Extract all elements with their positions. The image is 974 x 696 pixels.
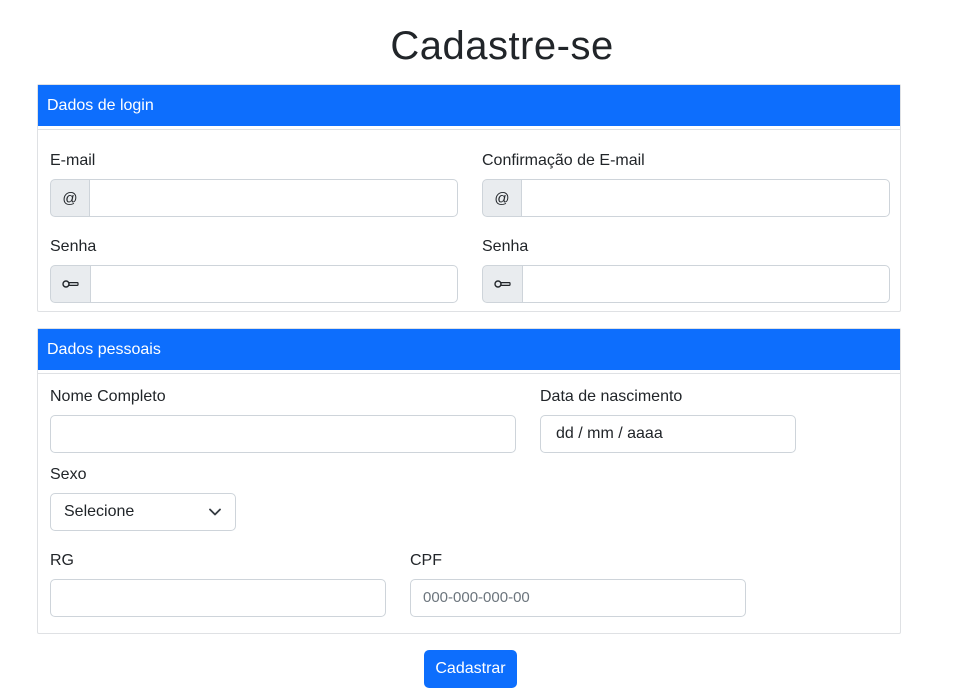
cpf-label: CPF (410, 552, 442, 569)
key-addon (482, 265, 523, 303)
email-confirm-input-group: @ (482, 179, 890, 217)
full-name-input[interactable] (50, 415, 516, 453)
email-confirm-input[interactable] (522, 179, 890, 217)
rg-label: RG (50, 552, 74, 569)
password-input-group (50, 265, 458, 303)
birth-date-label: Data de nascimento (540, 388, 683, 405)
chevron-down-icon (209, 508, 221, 516)
personal-card-header: Dados pessoais (38, 329, 900, 374)
at-sign-addon: @ (482, 179, 522, 217)
email-input[interactable] (90, 179, 458, 217)
login-card: Dados de login E-mail @ Confirmação de E… (37, 84, 901, 312)
personal-card: Dados pessoais Nome Completo Data de nas… (37, 328, 901, 634)
submit-button[interactable]: Cadastrar (424, 650, 517, 688)
password-confirm-input-group (482, 265, 890, 303)
rg-input[interactable] (50, 579, 386, 617)
sex-select-value: Selecione (64, 503, 135, 520)
at-sign-addon: @ (50, 179, 90, 217)
page-title: Cadastre-se (390, 24, 614, 68)
cpf-input[interactable]: 000-000-000-00 (410, 579, 746, 617)
password-label: Senha (50, 238, 97, 255)
email-label: E-mail (50, 152, 96, 169)
email-input-group: @ (50, 179, 458, 217)
email-confirm-label: Confirmação de E-mail (482, 152, 645, 169)
full-name-label: Nome Completo (50, 388, 166, 405)
password-input[interactable] (91, 265, 458, 303)
password-confirm-input[interactable] (523, 265, 890, 303)
key-icon (61, 280, 79, 288)
login-card-header: Dados de login (38, 85, 900, 130)
key-addon (50, 265, 91, 303)
sex-select[interactable]: Selecione (50, 493, 236, 531)
password-confirm-label: Senha (482, 238, 529, 255)
birth-date-input[interactable]: dd / mm / aaaa (540, 415, 796, 453)
sex-label: Sexo (50, 466, 87, 483)
key-icon (493, 280, 511, 288)
